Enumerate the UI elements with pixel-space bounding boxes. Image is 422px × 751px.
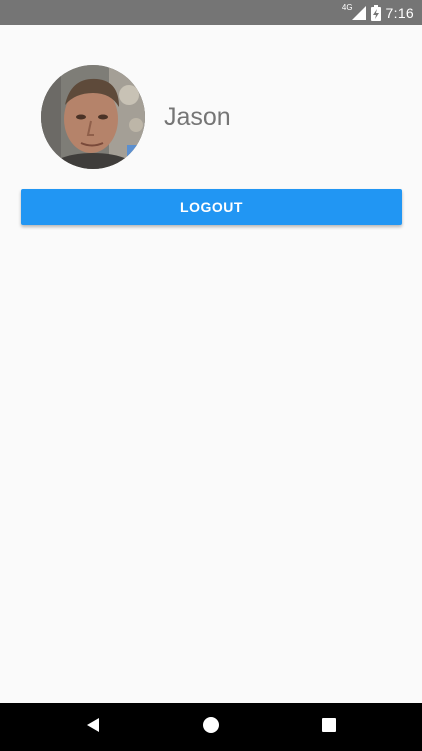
back-button[interactable] <box>63 703 123 751</box>
network-type-label: 4G <box>341 3 353 12</box>
back-icon <box>85 717 101 738</box>
clock: 7:16 <box>385 4 414 21</box>
home-icon <box>202 716 220 739</box>
home-button[interactable] <box>181 703 241 751</box>
logout-button[interactable]: LOGOUT <box>21 189 402 225</box>
signal-icon <box>351 5 366 20</box>
profile-photo <box>41 65 145 169</box>
recents-icon <box>321 717 337 738</box>
navigation-bar <box>0 703 422 751</box>
battery-charging-icon <box>370 4 381 21</box>
user-name: Jason <box>164 102 231 131</box>
status-bar: 4G 7:16 <box>0 0 422 25</box>
profile-header: Jason <box>41 65 231 169</box>
recents-button[interactable] <box>299 703 359 751</box>
status-icons: 4G 7:16 <box>342 0 414 25</box>
avatar <box>41 65 145 169</box>
app-screen: 4G 7:16 Jason LOGOUT <box>0 0 422 751</box>
